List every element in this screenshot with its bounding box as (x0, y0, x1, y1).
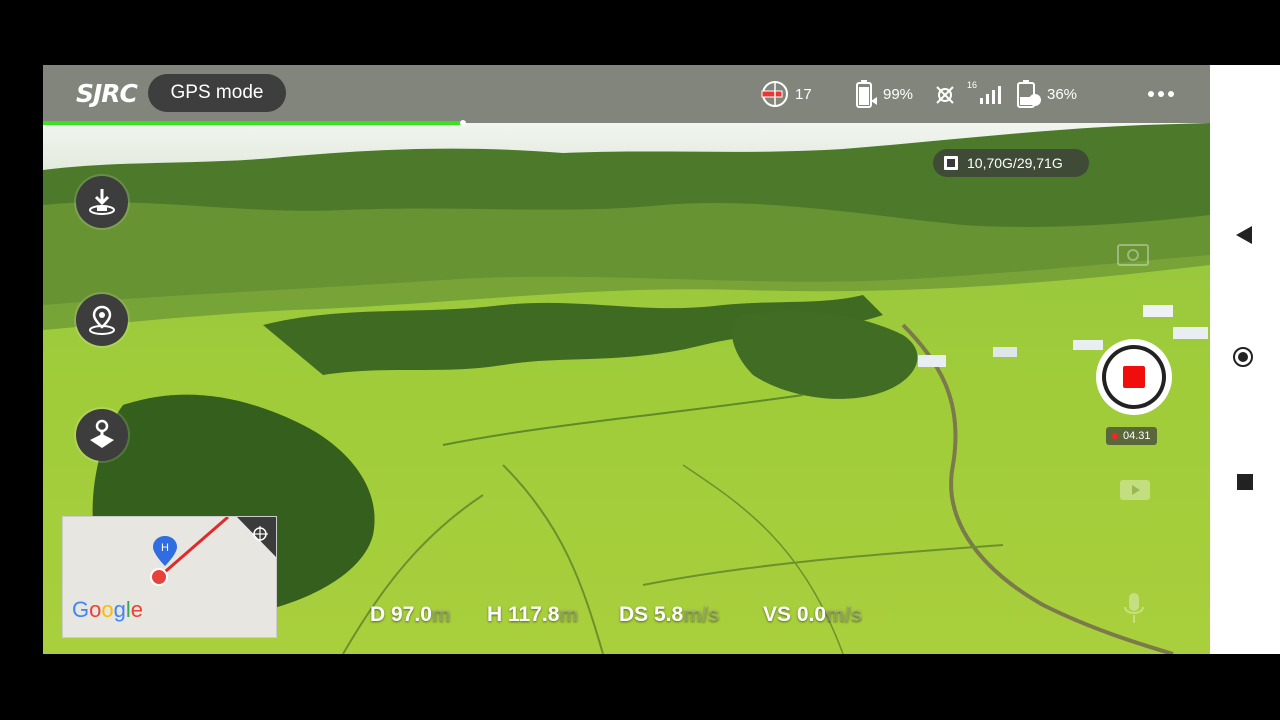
microphone-icon[interactable] (1123, 591, 1145, 625)
flight-progress-fill (43, 121, 464, 125)
takeoff-landing-button[interactable] (76, 176, 128, 228)
recording-time-value: 04.31 (1123, 430, 1151, 442)
more-menu-button[interactable] (1141, 83, 1181, 105)
distance-speed-readout: DS 5.8m/s (619, 603, 719, 627)
return-home-icon (89, 305, 115, 335)
height-readout: H 117.8m (487, 603, 578, 627)
satellite-status: 17 (759, 79, 812, 109)
satellite-count: 17 (795, 85, 812, 103)
signal-status: 16 (933, 79, 1007, 109)
drone-battery-status: 99% (853, 79, 913, 109)
vs-value: VS 0.0 (763, 603, 827, 626)
drone-app: SJRC GPS mode 17 99% 16 36% 10,70G/29,71… (43, 65, 1210, 654)
satellite-icon (761, 81, 788, 107)
drone-position-icon (150, 568, 168, 586)
brand-logo: SJRC (76, 79, 138, 108)
sd-card-icon (944, 156, 958, 170)
minimap[interactable]: H Google (62, 516, 277, 638)
record-button[interactable] (1096, 339, 1172, 415)
joystick-mode-button[interactable] (76, 409, 128, 461)
google-letter: o (101, 597, 114, 622)
home-marker-label: H (161, 542, 169, 554)
recording-dot-icon (1112, 433, 1118, 439)
google-letter: e (130, 597, 144, 622)
storage-value: 10,70G/29,71G (967, 155, 1063, 171)
vs-unit: m/s (826, 603, 863, 626)
home-marker-icon: H (153, 536, 177, 566)
distance-value: D 97.0 (370, 603, 432, 626)
drone-battery-icon (856, 80, 877, 108)
height-unit: m (559, 603, 579, 626)
nav-back-button[interactable] (1236, 226, 1252, 244)
ds-value: DS 5.8 (619, 603, 684, 626)
playback-icon[interactable] (1119, 479, 1151, 501)
google-letter: G (72, 597, 90, 622)
record-inner (1106, 349, 1162, 405)
flight-progress-bar (43, 120, 1210, 126)
recording-timer: 04.31 (1106, 427, 1157, 445)
distance-unit: m (431, 603, 451, 626)
ds-unit: m/s (683, 603, 720, 626)
stop-record-icon (1123, 366, 1145, 388)
google-letter: o (89, 597, 102, 622)
phone-battery-value: 36% (1047, 85, 1078, 103)
record-ring (1102, 345, 1166, 409)
google-letter: g (113, 597, 126, 622)
flight-mode-badge[interactable]: GPS mode (148, 74, 286, 112)
height-value: H 117.8 (487, 603, 560, 626)
drone-signal-icon (936, 86, 954, 104)
phone-battery-icon (1017, 80, 1041, 108)
drone-battery-value: 99% (883, 85, 914, 103)
google-logo: Google (72, 597, 143, 623)
signal-bars-icon (980, 86, 1002, 104)
top-status-bar: SJRC GPS mode 17 99% 16 36% (43, 65, 1210, 126)
distance-readout: D 97.0m (370, 603, 451, 627)
joystick-icon (90, 419, 114, 448)
signal-count: 16 (967, 80, 978, 90)
photo-mode-icon[interactable] (1116, 241, 1152, 267)
takeoff-landing-icon (89, 189, 115, 215)
storage-indicator: 10,70G/29,71G (933, 149, 1089, 177)
nav-home-button[interactable] (1233, 347, 1253, 367)
return-home-button[interactable] (76, 294, 128, 346)
nav-recents-button[interactable] (1237, 474, 1253, 490)
vertical-speed-readout: VS 0.0m/s (763, 603, 862, 627)
recenter-icon (63, 517, 64, 518)
phone-battery-status: 36% (1015, 79, 1077, 109)
